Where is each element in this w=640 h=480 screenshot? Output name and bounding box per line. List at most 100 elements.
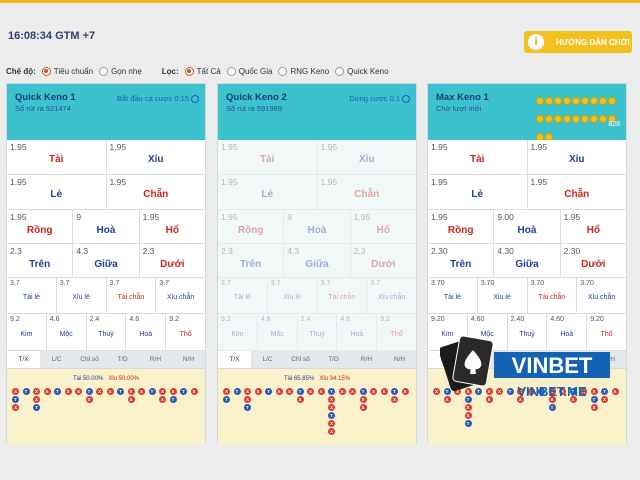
bet-option[interactable]: 4.3 Giữa <box>73 244 140 277</box>
bet-label: Thuỷ <box>98 331 114 338</box>
bead: X <box>286 388 293 395</box>
bead: X <box>317 388 325 395</box>
bet-option[interactable]: 2.3 Dưới <box>350 244 416 277</box>
bead: X <box>307 388 314 395</box>
bet-option[interactable]: 3.70 Tài lẻ <box>428 278 478 313</box>
tab-2[interactable]: Chỉ số <box>73 351 106 368</box>
bet-option[interactable]: 2.30 Dưới <box>560 244 626 277</box>
tab-0[interactable]: T/X <box>7 351 40 368</box>
bet-option[interactable]: 9.2 Thổ <box>166 314 205 350</box>
bet-label: Mộc <box>270 331 284 338</box>
bet-label: Trên <box>240 259 262 270</box>
bet-label: Kim <box>20 331 33 338</box>
bet-option[interactable]: 9.2 Thổ <box>377 314 416 350</box>
bead: X <box>85 396 93 403</box>
bet-option[interactable]: 2.3 Trên <box>7 244 74 277</box>
bet-option[interactable]: 4.6 Mộc <box>257 314 298 350</box>
mode-compact[interactable]: Gọn nhẹ <box>99 66 142 76</box>
bet-odds: 2.3 <box>10 246 22 256</box>
bet-label: Trên <box>450 259 472 270</box>
bet-option[interactable]: 2.3 Dưới <box>139 244 205 277</box>
bet-option[interactable]: 9.2 Kim <box>218 314 258 350</box>
bet-option[interactable]: 2.4 Thuỷ <box>297 314 338 350</box>
bet-option[interactable]: 1.95 Xỉu <box>317 140 416 174</box>
bet-odds: 1.95 <box>563 212 581 222</box>
bet-option[interactable]: 2.3 Trên <box>218 244 285 277</box>
bet-option[interactable]: 3.70 Xỉu lẻ <box>477 278 528 313</box>
bead: T <box>359 388 367 395</box>
tab-3[interactable]: T/D <box>106 351 139 368</box>
filter-quick-keno[interactable]: Quick Keno <box>335 66 389 76</box>
panel-status-text: Dừng cược 0:1 <box>349 94 400 103</box>
bead: X <box>75 388 82 395</box>
bet-option[interactable]: 1.95 Tài <box>7 140 107 174</box>
bet-option[interactable]: 1.95 Lẻ <box>7 175 107 209</box>
bet-option[interactable]: 1.95 Lẻ <box>428 175 528 209</box>
bet-option[interactable]: 3.7 Xỉu lẻ <box>267 278 318 313</box>
bet-option[interactable]: 1.95 Rồng <box>428 210 495 243</box>
bet-label: Rồng <box>447 225 474 236</box>
bet-odds: 1.95 <box>221 177 238 187</box>
bet-option[interactable]: 3.70 Xỉu chẵn <box>577 278 626 313</box>
bet-option[interactable]: 1.95 Chẵn <box>527 175 626 209</box>
bead: X <box>328 404 335 411</box>
bet-option[interactable]: 9.2 Kim <box>7 314 47 350</box>
tab-0[interactable]: T/X <box>218 351 251 368</box>
bet-option[interactable]: 1.95 Hổ <box>350 210 416 243</box>
bet-option[interactable]: 3.70 Tài chẵn <box>527 278 578 313</box>
bet-option[interactable]: 9.00 Hoà <box>494 210 561 243</box>
bet-option[interactable]: 9 Hoà <box>284 210 351 243</box>
bet-option[interactable]: 1.95 Chẵn <box>106 175 205 209</box>
bet-option[interactable]: 4.6 Hoả <box>337 314 378 350</box>
bet-option[interactable]: 4.6 Hoả <box>126 314 167 350</box>
bet-option[interactable]: 1.95 Xỉu <box>106 140 205 174</box>
bet-odds: 4.6 <box>260 316 271 323</box>
bet-option[interactable]: 4.30 Giữa <box>494 244 561 277</box>
bet-option[interactable]: 3.7 Tài chẵn <box>106 278 157 313</box>
bet-option[interactable]: 3.7 Tài chẵn <box>317 278 368 313</box>
bet-odds: 1.95 <box>10 142 27 152</box>
bet-option[interactable]: 9 Hoà <box>73 210 140 243</box>
mode-standard[interactable]: Tiêu chuẩn <box>41 66 93 76</box>
bet-option[interactable]: 4.6 Mộc <box>46 314 87 350</box>
panel-header: Quick Keno 1 Số rút ra 521474 Bắt đầu cá … <box>7 84 205 140</box>
bet-option[interactable]: 1.95 Chẵn <box>317 175 416 209</box>
bet-row: 1.95 Tài 1.95 Xỉu <box>7 140 205 175</box>
guide-button[interactable]: i HƯỚNG DẪN CHƠI <box>524 31 632 53</box>
bet-option[interactable]: 1.95 Lẻ <box>218 175 318 209</box>
bet-label: Xỉu <box>358 154 375 165</box>
tab-4[interactable]: R/H <box>350 351 383 368</box>
tab-4[interactable]: R/H <box>139 351 172 368</box>
tab-5[interactable]: N/H <box>172 351 205 368</box>
bet-option[interactable]: 1.95 Tài <box>428 140 528 174</box>
filter-national[interactable]: Quốc Gia <box>226 66 272 76</box>
bet-odds: 9.20 <box>431 316 445 323</box>
bet-odds: 4.60 <box>550 316 565 323</box>
tab-5[interactable]: N/H <box>383 351 416 368</box>
bet-option[interactable]: 1.95 Rồng <box>218 210 285 243</box>
filter-all[interactable]: Tất Cả <box>184 66 221 76</box>
bet-label: Kim <box>231 331 244 338</box>
tab-2[interactable]: Chỉ số <box>284 351 317 368</box>
tab-1[interactable]: L/C <box>40 351 73 368</box>
bet-odds: 9.00 <box>497 212 514 222</box>
tab-1[interactable]: L/C <box>251 351 284 368</box>
bet-option[interactable]: 2.4 Thuỷ <box>86 314 127 350</box>
bet-label: Lẻ <box>261 189 274 200</box>
bet-option[interactable]: 1.95 Rồng <box>7 210 74 243</box>
tab-3[interactable]: T/D <box>317 351 350 368</box>
filter-rng-keno[interactable]: RNG Keno <box>278 66 329 76</box>
bet-option[interactable]: 1.95 Hổ <box>560 210 626 243</box>
bet-option[interactable]: 3.7 Xỉu chẵn <box>156 278 205 313</box>
bet-option[interactable]: 2.30 Trên <box>428 244 495 277</box>
bet-row: 1.95 Tài 1.95 Xỉu <box>428 140 626 175</box>
panel-subtitle: Số rút ra 521474 <box>15 104 71 113</box>
bet-option[interactable]: 3.7 Tài lẻ <box>218 278 268 313</box>
bet-option[interactable]: 4.3 Giữa <box>284 244 351 277</box>
bet-option[interactable]: 1.95 Hổ <box>139 210 205 243</box>
bet-option[interactable]: 1.95 Xỉu <box>527 140 626 174</box>
bet-option[interactable]: 3.7 Xỉu lẻ <box>56 278 107 313</box>
bet-option[interactable]: 3.7 Tài lẻ <box>7 278 57 313</box>
bet-option[interactable]: 3.7 Xỉu chẵn <box>367 278 416 313</box>
bet-option[interactable]: 1.95 Tài <box>218 140 318 174</box>
